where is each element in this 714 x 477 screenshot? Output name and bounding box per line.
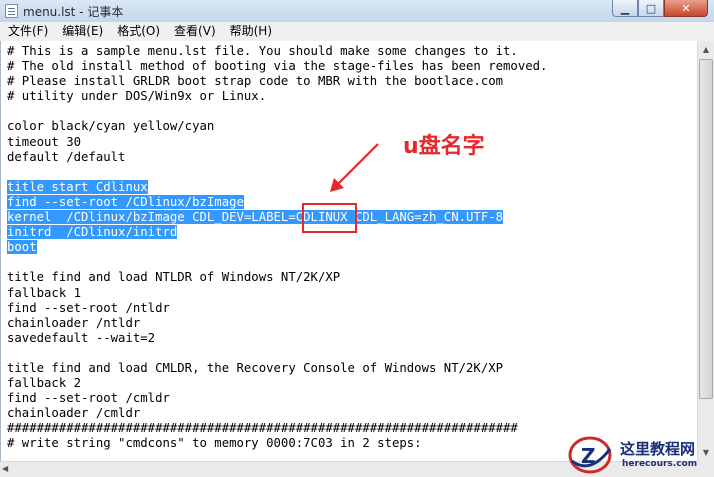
minimize-icon: ▁: [620, 1, 630, 15]
text-line-content: color black/cyan yellow/cyan: [7, 119, 215, 134]
text-line: [7, 255, 547, 270]
text-line-content: initrd /CDlinux/initrd: [7, 225, 178, 240]
text-line-content: # The old install method of booting via …: [7, 59, 548, 74]
menu-file[interactable]: 文件(F): [0, 22, 55, 41]
text-line-content: title find and load CMLDR, the Recovery …: [7, 360, 504, 375]
text-line-content: savedefault --wait=2: [7, 330, 156, 345]
annotation-arrow-icon: [330, 143, 379, 192]
text-line: find --set-root /cmldr: [7, 391, 547, 406]
text-line: savedefault --wait=2: [7, 331, 547, 346]
notepad-window: menu.lst - 记事本 ▁ □ ✕ 文件(F) 编辑(E) 格式(O) 查…: [0, 0, 714, 477]
close-button[interactable]: ✕: [664, 0, 708, 17]
minimize-button[interactable]: ▁: [612, 0, 638, 17]
text-line: fallback 2: [7, 376, 547, 391]
text-line-content: ########################################…: [7, 421, 518, 436]
text-line: find --set-root /CDlinux/bzImage: [7, 194, 547, 210]
menu-bar: 文件(F) 编辑(E) 格式(O) 查看(V) 帮助(H): [0, 22, 714, 42]
text-line: kernel /CDlinux/bzImage CDL_DEV=LABEL=CD…: [7, 210, 547, 225]
text-content: # This is a sample menu.lst file. You sh…: [7, 44, 547, 452]
text-line-content: # write string "cmdcons" to memory 0000:…: [7, 436, 422, 451]
text-line-content: # utility under DOS/Win9x or Linux.: [7, 89, 267, 104]
text-line-content: # Please install GRLDR boot strap code t…: [7, 74, 504, 89]
text-line: title find and load NTLDR of Windows NT/…: [7, 270, 547, 285]
text-line-content: title find and load NTLDR of Windows NT/…: [7, 270, 341, 285]
notepad-icon[interactable]: [5, 4, 18, 18]
arrow-up-icon[interactable]: ▲: [698, 41, 714, 58]
highlight-box: [302, 203, 357, 233]
menu-help[interactable]: 帮助(H): [223, 22, 279, 41]
text-line: [7, 165, 547, 180]
watermark-name: 这里教程网: [620, 440, 696, 458]
maximize-button[interactable]: □: [638, 0, 664, 17]
scroll-thumb[interactable]: [699, 59, 713, 399]
text-line: # Please install GRLDR boot strap code t…: [7, 74, 547, 89]
text-line: # The old install method of booting via …: [7, 59, 547, 74]
text-line: chainloader /ntldr: [7, 316, 547, 331]
watermark-mark-icon: Z: [568, 436, 612, 474]
text-line-content: find --set-root /CDlinux/bzImage: [7, 194, 244, 209]
text-line-content: find --set-root /cmldr: [7, 391, 170, 406]
text-line: [7, 104, 547, 119]
watermark-mark-letter: Z: [581, 444, 596, 468]
text-line: title find and load CMLDR, the Recovery …: [7, 361, 547, 376]
annotation-label: u盘名字: [403, 134, 485, 159]
text-line-content: fallback 1: [7, 285, 82, 300]
text-line-content: find --set-root /ntldr: [7, 300, 170, 315]
text-line: initrd /CDlinux/initrd: [7, 225, 547, 240]
text-line: ########################################…: [7, 421, 547, 436]
menu-format[interactable]: 格式(O): [110, 22, 167, 41]
text-line: [7, 346, 547, 361]
text-editor[interactable]: # This is a sample menu.lst file. You sh…: [0, 41, 697, 461]
text-line-content: chainloader /cmldr: [7, 406, 141, 421]
menu-view[interactable]: 查看(V): [167, 22, 223, 41]
text-line-content: fallback 2: [7, 376, 82, 391]
arrow-left-icon[interactable]: ◀: [2, 464, 8, 473]
window-controls: ▁ □ ✕: [612, 0, 708, 18]
text-line-content: chainloader /ntldr: [7, 315, 141, 330]
text-line-content: boot: [7, 240, 37, 255]
text-line: find --set-root /ntldr: [7, 301, 547, 316]
vertical-scrollbar[interactable]: ▲ ▼: [697, 41, 714, 461]
text-line: # utility under DOS/Win9x or Linux.: [7, 89, 547, 104]
maximize-icon: □: [645, 1, 657, 15]
text-line-content: default /default: [7, 149, 126, 164]
title-bar[interactable]: menu.lst - 记事本 ▁ □ ✕: [0, 0, 714, 23]
text-line: fallback 1: [7, 286, 547, 301]
menu-edit[interactable]: 编辑(E): [55, 22, 110, 41]
text-line-content: title start Cdlinux: [7, 179, 148, 194]
text-line: chainloader /cmldr: [7, 406, 547, 421]
watermark-domain: herecours.com: [622, 459, 698, 469]
text-line: # write string "cmdcons" to memory 0000:…: [7, 436, 547, 451]
close-icon: ✕: [681, 1, 691, 15]
text-line: # This is a sample menu.lst file. You sh…: [7, 44, 547, 59]
watermark-logo: Z 这里教程网 herecours.com: [568, 433, 714, 477]
text-line-content: # This is a sample menu.lst file. You sh…: [7, 44, 518, 58]
window-title: menu.lst - 记事本: [23, 5, 124, 19]
text-line-content: kernel /CDlinux/bzImage CDL_DEV=LABEL=CD…: [7, 210, 504, 225]
text-line-content: timeout 30: [7, 134, 82, 149]
text-line: title start Cdlinux: [7, 179, 547, 195]
text-line: boot: [7, 240, 547, 255]
